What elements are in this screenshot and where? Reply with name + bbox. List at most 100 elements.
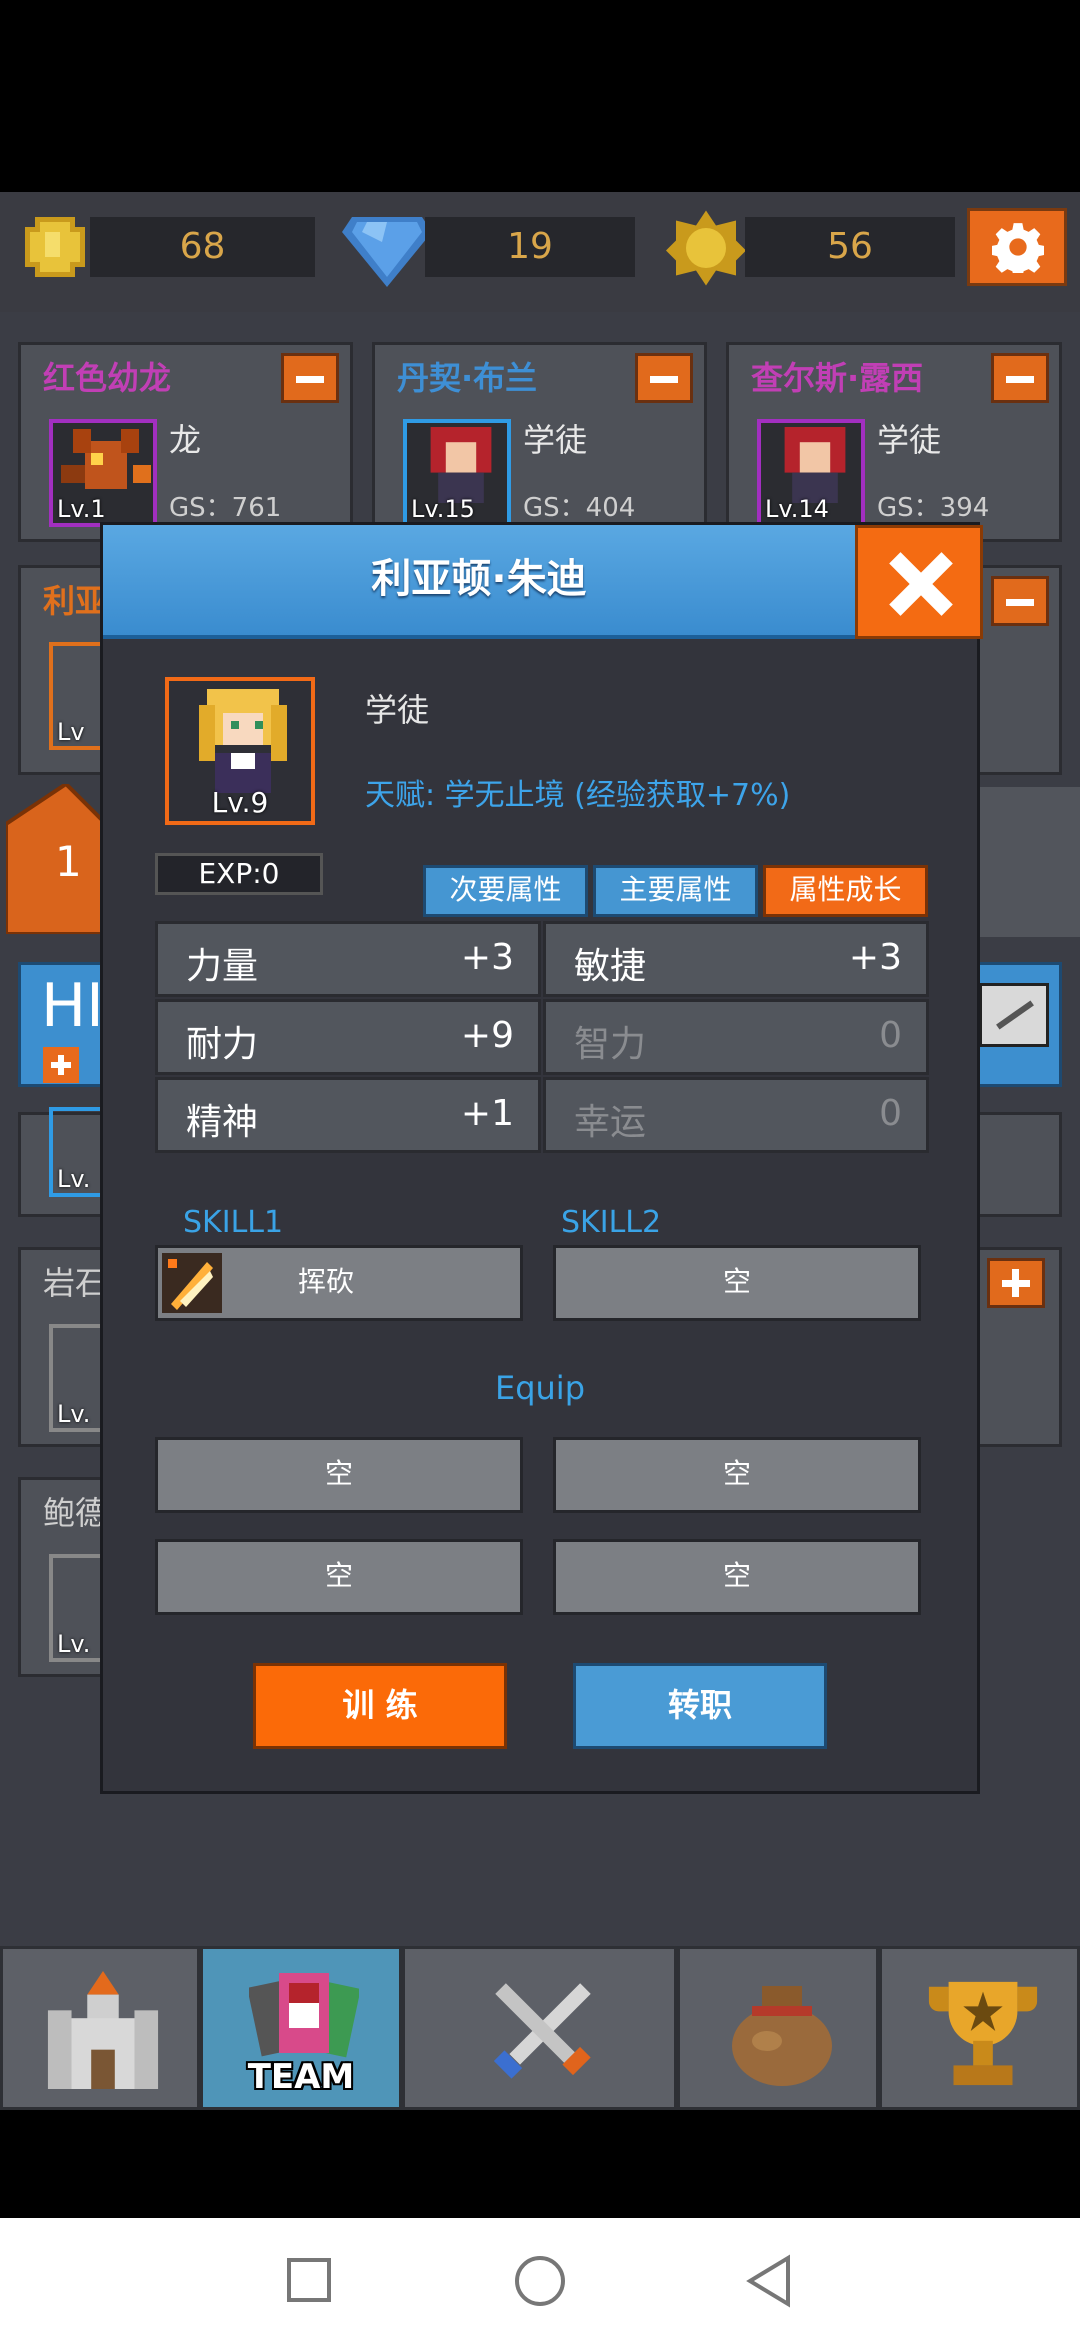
attr-value: +9 [460,1015,514,1056]
hero-portrait: Lv.14 [757,419,865,527]
equip-label: Equip [494,1369,585,1407]
attr-name: 智力 [574,1024,647,1065]
gear-icon [992,223,1044,273]
hero-gs: GS：394 [877,493,990,523]
team-slot-number: 1 [55,837,82,886]
attr-agility: 敏捷 +3 [543,921,929,997]
dragon-sprite-icon [61,429,151,489]
equip-slot-label: 空 [722,1457,751,1490]
attr-spirit: 精神 +1 [155,1077,541,1153]
nav-castle[interactable] [0,1946,200,2110]
gold-coin-icon [25,217,85,277]
equip-slot[interactable]: 空 [155,1539,523,1615]
crossed-swords-icon [493,1983,591,2079]
attr-value: +3 [848,937,902,978]
add-hero-button[interactable] [987,1258,1045,1308]
hero-name: 利亚 [43,582,108,620]
tab-secondary-attributes[interactable]: 次要属性 [423,865,588,917]
nav-team-label: TEAM [247,2057,355,2097]
attr-value: 0 [879,1015,902,1056]
attr-luck: 幸运 0 [543,1077,929,1153]
hero-name: 丹契·布兰 [397,359,538,397]
hero-name: 查尔斯·露西 [751,359,924,397]
attr-stamina: 耐力 +9 [155,999,541,1075]
hero-level: Lv. [57,1165,91,1193]
attr-name: 敏捷 [574,946,647,987]
train-button[interactable]: 训 练 [253,1663,507,1749]
attr-name: 力量 [186,946,259,987]
dialog-header: 利亚顿·朱迪 [103,525,855,639]
skill1-label: SKILL1 [183,1205,284,1240]
medal-icon [666,210,746,286]
equip-slot[interactable]: 空 [155,1437,523,1513]
tab-primary-attributes[interactable]: 主要属性 [593,865,758,917]
trophy-icon [928,1981,1038,2086]
remove-hero-button[interactable] [991,576,1049,626]
gem-amount: 19 [425,217,635,277]
hero-level: Lv.15 [411,495,475,523]
hero-level: Lv.1 [57,495,106,523]
hero-detail-dialog: 利亚顿·朱迪 Lv.9 学徒 天赋: 学无止境 (经验获取+7%) EXP:0 … [100,522,983,1794]
attr-name: 精神 [186,1102,259,1143]
hero-name: 鲍德 [43,1494,108,1532]
skill2-name: 空 [722,1265,751,1298]
exp-display: EXP:0 [155,853,323,895]
team-card[interactable]: 丹契·布兰 Lv.15 学徒 GS：404 [372,342,707,542]
remove-hero-button[interactable] [635,353,693,403]
hero-level: Lv.14 [765,495,829,523]
hero-class: 龙 [169,421,202,459]
panel-edge [980,787,1080,937]
close-icon [858,528,859,529]
hero-portrait: Lv.9 [165,677,315,825]
slash-skill-icon [162,1253,222,1313]
attr-value: 0 [879,1093,902,1134]
medal-amount: 56 [745,217,955,277]
castle-icon [47,1971,159,2089]
expand-icon[interactable] [979,983,1049,1047]
team-card[interactable]: 查尔斯·露西 Lv.14 学徒 GS：394 [726,342,1062,542]
recent-apps-icon[interactable] [287,2258,331,2302]
attr-value: +3 [460,937,514,978]
equip-slot-label: 空 [324,1559,353,1592]
nav-loot[interactable] [677,1946,879,2110]
resource-bar: 68 19 56 [0,192,1080,312]
hero-talent: 天赋: 学无止境 (经验获取+7%) [365,778,791,813]
nav-battle[interactable] [402,1946,677,2110]
hero-level: Lv.9 [211,786,269,819]
attr-name: 幸运 [574,1102,647,1143]
hero-class: 学徒 [523,421,588,459]
team-card[interactable]: 红色幼龙 Lv.1 龙 GS：761 [18,342,353,542]
settings-button[interactable] [967,208,1067,286]
close-button[interactable] [855,525,983,639]
skill2-label: SKILL2 [561,1205,662,1240]
skill1-slot[interactable]: 挥砍 [155,1245,523,1321]
skill2-slot[interactable]: 空 [553,1245,921,1321]
attr-name: 耐力 [186,1024,259,1065]
hero-level: Lv. [57,1630,91,1658]
hero-portrait: Lv.15 [403,419,511,527]
attr-intelligence: 智力 0 [543,999,929,1075]
add-icon[interactable] [43,1047,79,1083]
home-icon[interactable] [515,2256,565,2306]
equip-slot[interactable]: 空 [553,1437,921,1513]
hero-name: 红色幼龙 [43,359,172,397]
skill1-name: 挥砍 [298,1265,355,1298]
hero-gs: GS：404 [523,493,636,523]
loot-bag-icon [732,1986,832,2086]
nav-trophy[interactable] [879,1946,1080,2110]
equip-slot-label: 空 [722,1559,751,1592]
back-icon[interactable] [744,2254,794,2308]
change-job-button[interactable]: 转职 [573,1663,827,1749]
system-navigation-bar [0,2218,1080,2340]
hero-level: Lv [57,718,85,746]
hero-level: Lv. [57,1400,91,1428]
attr-strength: 力量 +3 [155,921,541,997]
tab-attribute-growth[interactable]: 属性成长 [763,865,928,917]
nav-team[interactable]: TEAM [200,1946,402,2110]
attr-value: +1 [460,1093,514,1134]
equip-slot[interactable]: 空 [553,1539,921,1615]
remove-hero-button[interactable] [281,353,339,403]
remove-hero-button[interactable] [991,353,1049,403]
hero-class: 学徒 [877,421,942,459]
blonde-apprentice-sprite-icon [199,689,287,793]
